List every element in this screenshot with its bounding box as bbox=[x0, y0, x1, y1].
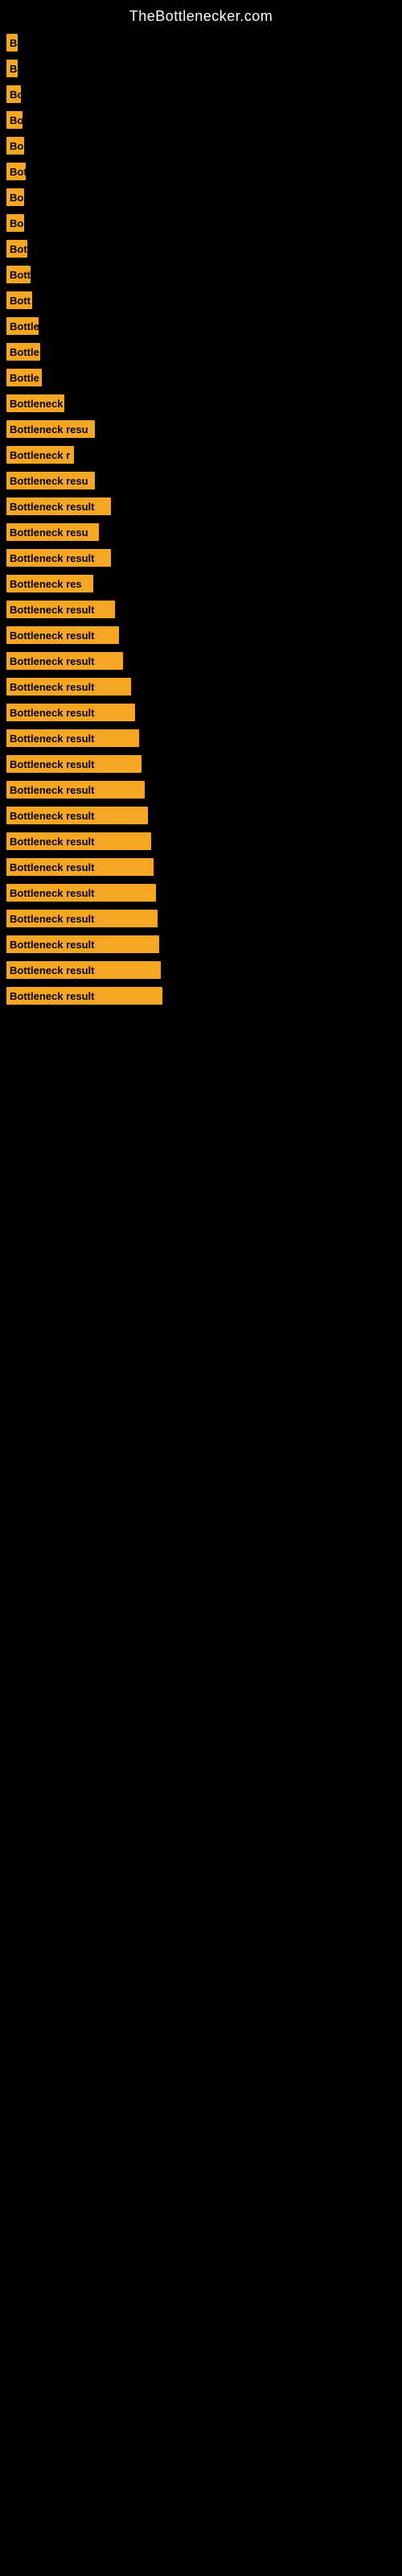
bar-row: Bottleneck result bbox=[0, 803, 402, 828]
result-bar-14: Bottle bbox=[6, 369, 42, 386]
result-bar-21: Bottleneck result bbox=[6, 549, 111, 567]
bar-row: Bottleneck r bbox=[0, 442, 402, 468]
result-bar-32: Bottleneck result bbox=[6, 832, 151, 850]
result-bar-8: Bo bbox=[6, 214, 24, 232]
result-bar-33: Bottleneck result bbox=[6, 858, 154, 876]
bar-row: Bottleneck result bbox=[0, 751, 402, 777]
bar-row: Bottleneck result bbox=[0, 906, 402, 931]
bar-row: B bbox=[0, 56, 402, 81]
result-bar-20: Bottleneck resu bbox=[6, 523, 99, 541]
bar-row: Bottleneck result bbox=[0, 854, 402, 880]
bar-row: Bottleneck result bbox=[0, 725, 402, 751]
result-bar-3: Bo bbox=[6, 85, 21, 103]
result-bar-16: Bottleneck resu bbox=[6, 420, 95, 438]
bar-row: Bottleneck resu bbox=[0, 416, 402, 442]
bar-row: Bottleneck res bbox=[0, 571, 402, 597]
bar-row: Bottleneck result bbox=[0, 828, 402, 854]
result-bar-9: Bot bbox=[6, 240, 27, 258]
result-bar-37: Bottleneck result bbox=[6, 961, 161, 979]
result-bar-27: Bottleneck result bbox=[6, 704, 135, 721]
result-bar-4: Bo bbox=[6, 111, 23, 129]
bar-row: Bo bbox=[0, 107, 402, 133]
bar-row: Bottleneck resu bbox=[0, 468, 402, 493]
result-bar-17: Bottleneck r bbox=[6, 446, 74, 464]
result-bar-19: Bottleneck result bbox=[6, 497, 111, 515]
site-title: TheBottlenecker.com bbox=[0, 0, 402, 30]
bar-row: Bottleneck result bbox=[0, 983, 402, 1009]
result-bar-31: Bottleneck result bbox=[6, 807, 148, 824]
result-bar-10: Bott bbox=[6, 266, 31, 283]
result-bar-2: B bbox=[6, 60, 18, 77]
result-bar-22: Bottleneck res bbox=[6, 575, 93, 592]
bar-row: Bottleneck result bbox=[0, 622, 402, 648]
result-bar-38: Bottleneck result bbox=[6, 987, 162, 1005]
bar-row: Bottleneck result bbox=[0, 880, 402, 906]
bars-container: BB Bo Bo Bo Bot Bo Bo Bot Bott Bott Bottle Bottle Bo… bbox=[0, 30, 402, 1009]
bar-row: Bottleneck resu bbox=[0, 519, 402, 545]
result-bar-12: Bottle bbox=[6, 317, 39, 335]
result-bar-35: Bottleneck result bbox=[6, 910, 158, 927]
result-bar-36: Bottleneck result bbox=[6, 935, 159, 953]
result-bar-15: Bottleneck bbox=[6, 394, 64, 412]
result-bar-5: Bo bbox=[6, 137, 24, 155]
result-bar-25: Bottleneck result bbox=[6, 652, 123, 670]
result-bar-23: Bottleneck result bbox=[6, 601, 115, 618]
result-bar-28: Bottleneck result bbox=[6, 729, 139, 747]
bar-row: Bottleneck result bbox=[0, 931, 402, 957]
bar-row: Bo bbox=[0, 184, 402, 210]
bar-row: Bot bbox=[0, 159, 402, 184]
result-bar-13: Bottle bbox=[6, 343, 40, 361]
result-bar-1: B bbox=[6, 34, 18, 52]
bar-row: Bottle bbox=[0, 365, 402, 390]
bar-row: Bottleneck result bbox=[0, 597, 402, 622]
bar-row: Bott bbox=[0, 287, 402, 313]
bar-row: Bottleneck result bbox=[0, 545, 402, 571]
bar-row: Bottleneck result bbox=[0, 957, 402, 983]
bar-row: Bo bbox=[0, 81, 402, 107]
bar-row: Bottleneck result bbox=[0, 674, 402, 700]
bar-row: Bott bbox=[0, 262, 402, 287]
bar-row: Bottleneck result bbox=[0, 700, 402, 725]
bar-row: Bottleneck result bbox=[0, 493, 402, 519]
result-bar-7: Bo bbox=[6, 188, 24, 206]
result-bar-29: Bottleneck result bbox=[6, 755, 142, 773]
bar-row: Bottleneck bbox=[0, 390, 402, 416]
bar-row: Bottleneck result bbox=[0, 777, 402, 803]
bar-row: B bbox=[0, 30, 402, 56]
result-bar-11: Bott bbox=[6, 291, 32, 309]
result-bar-6: Bot bbox=[6, 163, 26, 180]
result-bar-26: Bottleneck result bbox=[6, 678, 131, 696]
bar-row: Bottle bbox=[0, 313, 402, 339]
bar-row: Bo bbox=[0, 210, 402, 236]
result-bar-18: Bottleneck resu bbox=[6, 472, 95, 489]
bar-row: Bo bbox=[0, 133, 402, 159]
result-bar-30: Bottleneck result bbox=[6, 781, 145, 799]
result-bar-24: Bottleneck result bbox=[6, 626, 119, 644]
bar-row: Bottle bbox=[0, 339, 402, 365]
bar-row: Bot bbox=[0, 236, 402, 262]
result-bar-34: Bottleneck result bbox=[6, 884, 156, 902]
bar-row: Bottleneck result bbox=[0, 648, 402, 674]
